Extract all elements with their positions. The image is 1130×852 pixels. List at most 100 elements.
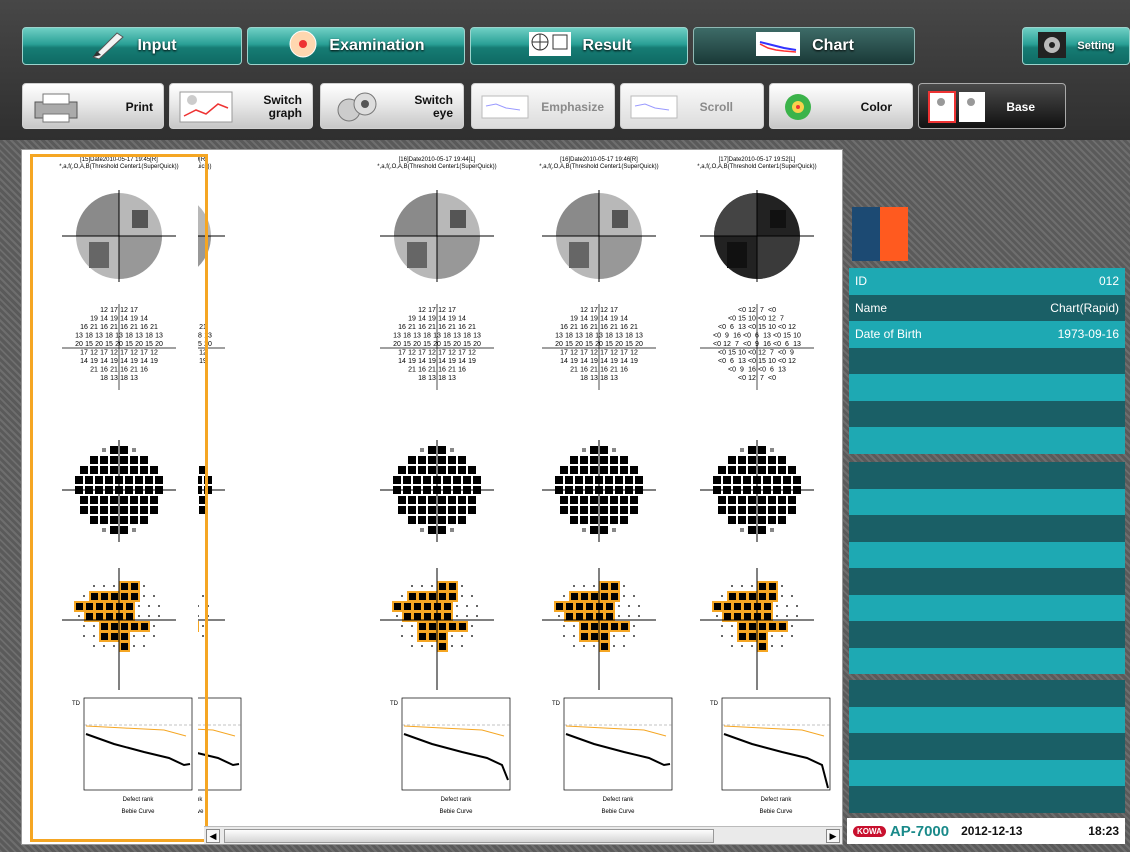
svg-text:14: 14	[600, 358, 608, 365]
svg-text:13: 13	[610, 375, 618, 382]
scroll-button[interactable]: Scroll	[620, 83, 764, 129]
empty-row	[849, 647, 1125, 674]
svg-text:<0: <0	[718, 324, 726, 331]
empty-row	[849, 621, 1125, 648]
scroll-thumb[interactable]	[224, 829, 714, 843]
tab-chart[interactable]: Chart	[693, 27, 915, 65]
svg-text:21: 21	[448, 367, 456, 374]
svg-text:15: 15	[758, 358, 766, 365]
grayscale-map	[542, 190, 656, 282]
svg-text:12: 12	[408, 350, 416, 357]
svg-text:21: 21	[610, 324, 618, 331]
svg-text:12: 12	[448, 350, 456, 357]
svg-text:14: 14	[580, 358, 588, 365]
name-row: Name Chart(Rapid)	[849, 294, 1125, 321]
switch-eye-button[interactable]: Switch eye	[320, 83, 464, 129]
svg-text:<0: <0	[758, 316, 766, 323]
svg-text:19: 19	[408, 358, 416, 365]
result-column[interactable]: [15]Date2010-05-17 19:39[R] Threshold Cen…	[198, 150, 368, 844]
tab-input[interactable]: Input	[22, 27, 242, 65]
svg-text:20: 20	[393, 341, 401, 348]
grayscale-map	[700, 190, 814, 282]
svg-text:18: 18	[625, 333, 633, 340]
svg-text:18: 18	[580, 375, 588, 382]
switch-graph-button[interactable]: Switch graph	[169, 83, 313, 129]
base-button[interactable]: Base	[918, 83, 1066, 129]
svg-text:16: 16	[620, 324, 628, 331]
column-header: [17]Date2010-05-17 19:52[L]	[719, 157, 796, 163]
printer-icon	[31, 90, 81, 127]
svg-text:20: 20	[473, 341, 481, 348]
result-column[interactable]: [16]Date2010-05-17 19:44[L] *,a,f(,O,A,B(…	[352, 150, 522, 844]
chart-icon	[754, 30, 802, 63]
color-label: Color	[860, 99, 892, 114]
svg-text:12: 12	[428, 350, 436, 357]
scroll-left-arrow[interactable]: ◀	[206, 829, 220, 843]
bebie-curve-chart: TD Defect rank Bebie Curve	[552, 697, 673, 815]
svg-text:<0: <0	[778, 324, 786, 331]
horizontal-scrollbar[interactable]: ◀ ▶	[204, 826, 842, 844]
svg-text:10: 10	[748, 316, 756, 323]
svg-text:16: 16	[580, 324, 588, 331]
svg-text:18: 18	[605, 333, 613, 340]
svg-text:6: 6	[730, 324, 734, 331]
emphasize-button[interactable]: Emphasize	[471, 83, 615, 129]
footer-time: 18:23	[1088, 824, 1119, 838]
svg-text:20: 20	[453, 341, 461, 348]
svg-text:13: 13	[778, 367, 786, 374]
result-column[interactable]: [17]Date2010-05-17 19:52[L] *,a,f(,O,A,B(…	[672, 150, 842, 844]
color-button[interactable]: Color	[769, 83, 913, 129]
curve-x-label: Defect rank	[603, 797, 635, 803]
scroll-right-arrow[interactable]: ▶	[826, 829, 840, 843]
svg-text:16: 16	[418, 367, 426, 374]
svg-text:6: 6	[730, 358, 734, 365]
svg-text:17: 17	[590, 307, 598, 314]
svg-text:18: 18	[418, 375, 426, 382]
svg-text:<0: <0	[768, 307, 776, 314]
svg-text:18: 18	[600, 375, 608, 382]
svg-text:12: 12	[570, 350, 578, 357]
svg-text:15: 15	[463, 341, 471, 348]
svg-text:<0: <0	[748, 350, 756, 357]
svg-text:12: 12	[590, 350, 598, 357]
svg-text:7: 7	[760, 307, 764, 314]
pen-icon	[87, 29, 127, 64]
print-button[interactable]: Print	[22, 83, 164, 129]
column-header: [16]Date2010-05-17 19:44[L]	[399, 157, 476, 163]
id-value: 012	[1098, 274, 1119, 289]
svg-text:16: 16	[398, 324, 406, 331]
tab-setting[interactable]: Setting	[1022, 27, 1130, 65]
svg-text:7: 7	[770, 350, 774, 357]
result-grid-icon	[527, 30, 573, 63]
tab-result[interactable]: Result	[470, 27, 688, 65]
emphasize-icon	[480, 90, 530, 123]
id-row: ID 012	[849, 268, 1125, 295]
name-label: Name	[855, 300, 888, 315]
svg-text:17: 17	[458, 350, 466, 357]
svg-text:14: 14	[418, 358, 426, 365]
svg-text:7: 7	[735, 341, 739, 348]
eye-color-swatch-right	[880, 207, 908, 261]
empty-row	[849, 462, 1125, 489]
scroll-label: Scroll	[699, 99, 733, 114]
svg-text:19: 19	[590, 358, 598, 365]
base-label: Base	[1006, 99, 1035, 114]
svg-text:12: 12	[438, 307, 446, 314]
switch-eye-icon	[329, 90, 385, 127]
svg-text:16: 16	[560, 324, 568, 331]
svg-text:21: 21	[590, 324, 598, 331]
svg-text:10: 10	[738, 350, 746, 357]
column-subheader: *,a,f(,O,A,B(Threshold Center1(SuperQuic…	[539, 164, 658, 170]
svg-text:12: 12	[788, 324, 796, 331]
emphasize-label: Emphasize	[541, 99, 604, 114]
empty-row	[849, 374, 1125, 401]
tab-examination[interactable]: Examination	[247, 27, 465, 65]
svg-text:13: 13	[793, 341, 801, 348]
svg-text:20: 20	[615, 341, 623, 348]
svg-text:16: 16	[438, 324, 446, 331]
curve-caption: Bebie Curve	[601, 809, 635, 815]
curve-caption: Bebie Curve	[759, 809, 793, 815]
svg-text:10: 10	[793, 333, 801, 340]
result-column[interactable]: [16]Date2010-05-17 19:46[R] *,a,f(,O,A,B(…	[514, 150, 684, 844]
svg-text:<0: <0	[748, 358, 756, 365]
